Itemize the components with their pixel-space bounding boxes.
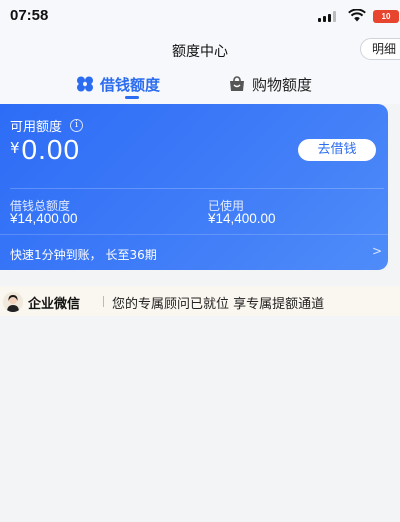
tab-shopping-quota[interactable]: 购物额度 [228,72,312,96]
available-label-row: 可用额度 i [10,116,84,135]
status-time: 07:58 [10,7,49,24]
used-value: ¥14,400.00 [208,211,276,226]
header: 额度中心 明细 [0,34,400,64]
borrow-button[interactable]: 去借钱 [298,139,376,161]
tab-bar: 借钱额度 购物额度 [0,64,400,104]
wifi-icon [348,9,366,22]
wecom-banner[interactable]: 企业微信 您的专属顾问已就位 享专属提额通道 [0,286,400,316]
wecom-message: 您的专属顾问已就位 享专属提额通道 [112,297,325,312]
battery-icon: 10 [373,10,399,23]
cellular-signal-icon [318,11,340,22]
status-bar: 07:58 10 [0,0,400,34]
divider [0,234,388,235]
available-label: 可用额度 [10,120,63,135]
total-quota-value: ¥14,400.00 [10,211,78,226]
shopping-bag-icon [230,76,244,91]
clover-icon [77,76,93,92]
page-title: 额度中心 [172,44,228,60]
quota-card: 可用额度 i ¥ 0.00 去借钱 借钱总额度 ¥14,400.00 已使用 ¥… [0,104,388,270]
tab-loan-quota[interactable]: 借钱额度 [76,72,160,96]
advisor-avatar [3,292,23,312]
separator [103,296,104,307]
tab-shop-label: 购物额度 [252,75,313,94]
info-icon[interactable]: i [70,119,84,132]
detail-button[interactable]: 明细 [360,38,400,60]
wecom-title: 企业微信 [28,297,81,312]
active-tab-indicator [125,96,139,99]
divider [10,188,384,189]
available-amount-value: 0.00 [21,134,81,165]
tab-loan-label: 借钱额度 [100,75,161,94]
promo-text[interactable]: 快速1分钟到账， 长至36期 [10,246,157,263]
chevron-right-icon[interactable]: > [372,244,382,258]
currency-symbol: ¥ [10,139,20,157]
available-amount: ¥ 0.00 [10,134,80,166]
